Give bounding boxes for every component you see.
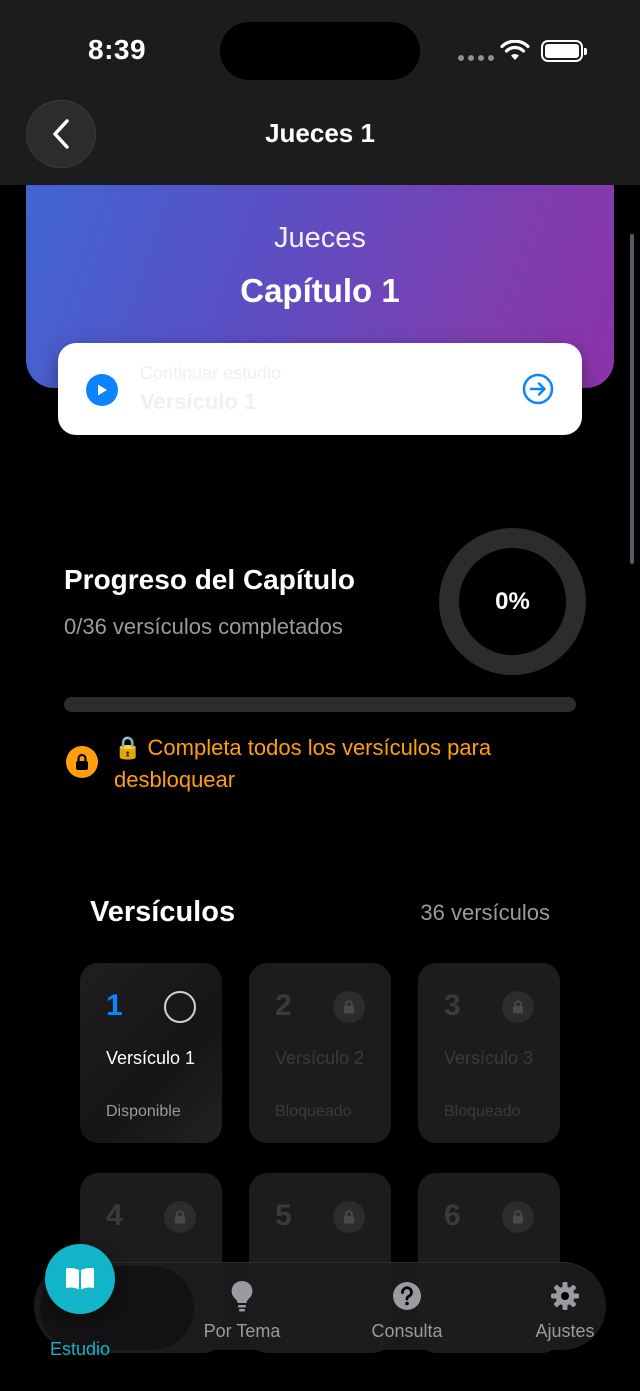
lock-icon: [502, 991, 534, 1023]
status-time: 8:39: [88, 34, 147, 65]
play-icon: [86, 374, 118, 406]
verse-card[interactable]: 3 Versículo 3 Bloqueado: [418, 963, 560, 1143]
verses-title: Versículos: [90, 896, 236, 928]
signal-icon: [458, 55, 494, 61]
verse-status: Bloqueado: [444, 1103, 521, 1120]
progress-title: Progreso del Capítulo: [64, 564, 355, 595]
progress-percent: 0%: [495, 587, 530, 615]
tab-consulta[interactable]: Consulta: [342, 1279, 472, 1342]
lock-icon: [333, 991, 365, 1023]
top-bar: 8:39 Jueces 1: [0, 0, 640, 185]
circle-icon: [164, 991, 196, 1023]
verse-label: Versículo 3: [444, 1048, 534, 1068]
tab-study-label[interactable]: Estudio: [30, 1339, 130, 1360]
progress-ring: 0%: [439, 528, 586, 675]
tab-ajustes-label: Ajustes: [535, 1321, 595, 1341]
scrollbar[interactable]: [630, 234, 634, 564]
book-open-icon: [66, 1268, 94, 1290]
continue-verse: Versículo 1: [140, 389, 257, 414]
arrow-right-circle-icon: [522, 373, 554, 405]
tab-consulta-label: Consulta: [371, 1321, 443, 1341]
nav-title: Jueces 1: [265, 118, 375, 148]
dynamic-island: [220, 22, 420, 80]
continue-label: Continuar estudio: [140, 363, 282, 383]
progress-bar: [64, 697, 576, 712]
tab-study[interactable]: [45, 1244, 115, 1314]
verse-number: 2: [275, 989, 292, 1022]
verse-number: 6: [444, 1199, 461, 1232]
lock-icon: [66, 746, 98, 778]
continue-study-button[interactable]: Continuar estudio Versículo 1: [58, 343, 582, 435]
question-circle-icon: [393, 1282, 421, 1310]
verse-number: 5: [275, 1199, 292, 1232]
lock-icon: [502, 1201, 534, 1233]
verse-card[interactable]: 1 Versículo 1 Disponible: [80, 963, 222, 1143]
verse-number: 3: [444, 989, 461, 1022]
verse-card[interactable]: 2 Versículo 2 Bloqueado: [249, 963, 391, 1143]
tab-ajustes[interactable]: Ajustes: [500, 1279, 630, 1342]
hero-book-title: Jueces: [274, 222, 366, 254]
battery-icon: [541, 40, 587, 62]
progress-subtitle: 0/36 versículos completados: [64, 614, 343, 639]
verse-number: 4: [106, 1199, 123, 1232]
wifi-icon: [500, 40, 530, 60]
verse-status: Disponible: [106, 1103, 181, 1120]
tab-por-tema[interactable]: Por Tema: [177, 1279, 307, 1342]
lightbulb-icon: [231, 1280, 253, 1312]
lock-icon: [333, 1201, 365, 1233]
verse-status: Bloqueado: [275, 1103, 352, 1120]
verse-label: Versículo 1: [106, 1048, 196, 1068]
verse-label: Versículo 2: [275, 1048, 365, 1068]
verse-number: 1: [106, 989, 123, 1022]
gear-icon: [551, 1282, 579, 1310]
tab-por-tema-label: Por Tema: [203, 1321, 281, 1341]
hero-chapter-title: Capítulo 1: [240, 272, 400, 309]
verses-count: 36 versículos: [420, 900, 550, 925]
lock-icon: [164, 1201, 196, 1233]
unlock-message: 🔒 Completa todos los versículos para des…: [114, 735, 492, 792]
